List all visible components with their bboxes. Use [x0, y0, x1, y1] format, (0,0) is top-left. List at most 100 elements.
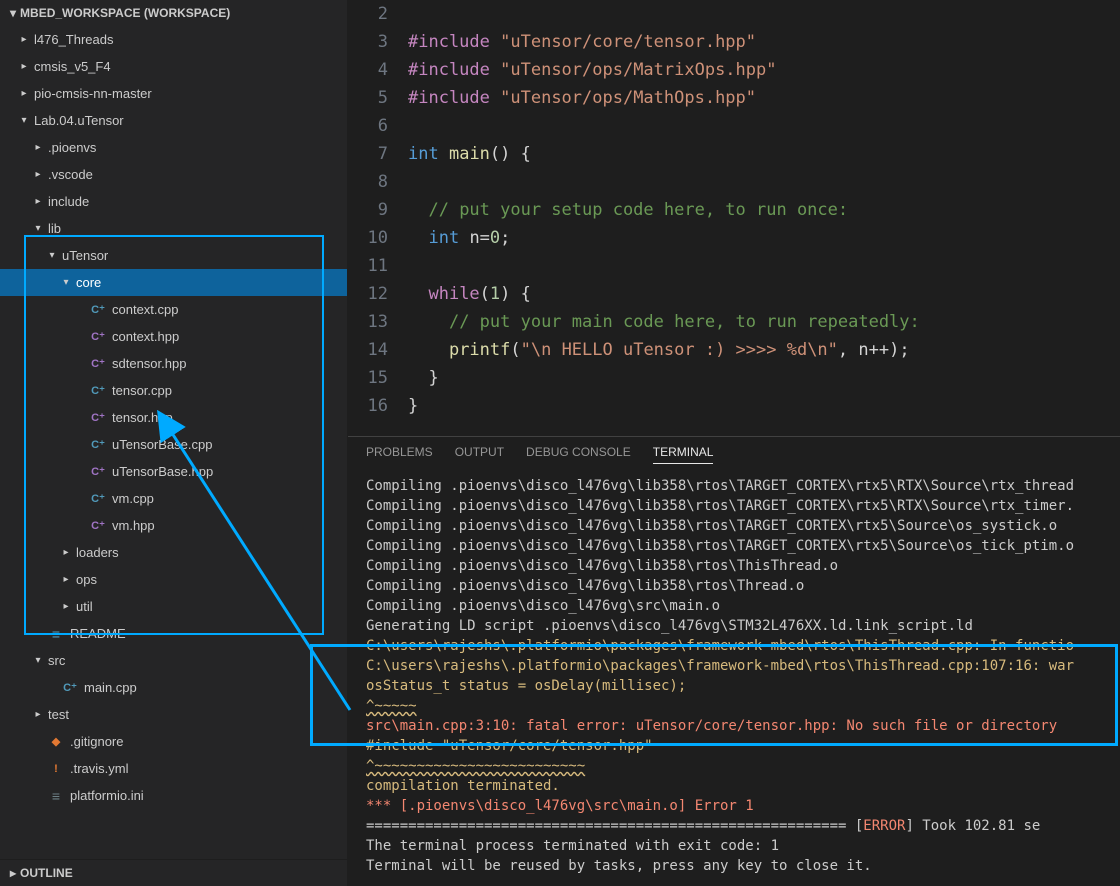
tree-item-label: main.cpp	[84, 680, 137, 695]
tree-item-label: tensor.hpp	[112, 410, 173, 425]
folder-item[interactable]: ▾Lab.04.uTensor	[0, 107, 347, 134]
chevron-right-icon[interactable]: ▸	[60, 574, 72, 585]
chevron-down-icon[interactable]: ▾	[32, 223, 44, 234]
code-line[interactable]: while(1) {	[408, 280, 1120, 308]
file-item[interactable]: main.cpp	[0, 674, 347, 701]
code-line[interactable]: printf("\n HELLO uTensor :) >>>> %d\n", …	[408, 336, 1120, 364]
folder-item[interactable]: ▾uTensor	[0, 242, 347, 269]
chevron-down-icon[interactable]: ▾	[32, 655, 44, 666]
tree-item-label: test	[48, 707, 69, 722]
file-item[interactable]: tensor.hpp	[0, 404, 347, 431]
tree-item-label: .travis.yml	[70, 761, 129, 776]
file-item[interactable]: platformio.ini	[0, 782, 347, 809]
code-line[interactable]: int main() {	[408, 140, 1120, 168]
tree-item-label: sdtensor.hpp	[112, 356, 186, 371]
cpp-file-icon	[90, 383, 106, 399]
chevron-right-icon[interactable]: ▸	[32, 709, 44, 720]
outline-header[interactable]: ▸ OUTLINE	[0, 859, 347, 886]
file-item[interactable]: context.hpp	[0, 323, 347, 350]
outline-label: OUTLINE	[20, 866, 73, 880]
code-line[interactable]	[408, 168, 1120, 196]
tree-item-label: uTensorBase.cpp	[112, 437, 212, 452]
folder-item[interactable]: ▾src	[0, 647, 347, 674]
tree-item-label: context.cpp	[112, 302, 179, 317]
chevron-right-icon[interactable]: ▸	[60, 601, 72, 612]
workspace-header[interactable]: ▾ MBED_WORKSPACE (WORKSPACE)	[0, 0, 347, 26]
code-line[interactable]: }	[408, 364, 1120, 392]
chevron-down-icon[interactable]: ▾	[60, 277, 72, 288]
code-line[interactable]: // put your main code here, to run repea…	[408, 308, 1120, 336]
workspace-title: MBED_WORKSPACE (WORKSPACE)	[20, 6, 230, 20]
code-editor[interactable]: 2345678910111213141516 #include "uTensor…	[348, 0, 1120, 436]
tab-output[interactable]: OUTPUT	[455, 445, 504, 464]
tree-item-label: ops	[76, 572, 97, 587]
ini-file-icon	[48, 788, 64, 804]
file-item[interactable]: README	[0, 620, 347, 647]
chevron-right-icon[interactable]: ▸	[60, 547, 72, 558]
git-file-icon	[48, 734, 64, 750]
terminal-output[interactable]: Compiling .pioenvs\disco_l476vg\lib358\r…	[348, 472, 1120, 886]
file-item[interactable]: sdtensor.hpp	[0, 350, 347, 377]
folder-item[interactable]: ▸ .pioenvs	[0, 134, 347, 161]
file-item[interactable]: uTensorBase.hpp	[0, 458, 347, 485]
file-item[interactable]: vm.hpp	[0, 512, 347, 539]
code-content[interactable]: #include "uTensor/core/tensor.hpp"#inclu…	[408, 0, 1120, 436]
chevron-right-icon[interactable]: ▸	[32, 169, 44, 180]
line-number: 4	[348, 56, 388, 84]
hpp-file-icon	[90, 464, 106, 480]
tree-item-label: vm.cpp	[112, 491, 154, 506]
code-line[interactable]: #include "uTensor/ops/MathOps.hpp"	[408, 84, 1120, 112]
line-number: 9	[348, 196, 388, 224]
line-number: 10	[348, 224, 388, 252]
tab-problems[interactable]: PROBLEMS	[366, 445, 433, 464]
chevron-right-icon[interactable]: ▸	[32, 142, 44, 153]
folder-item[interactable]: ▸ ops	[0, 566, 347, 593]
file-item[interactable]: uTensorBase.cpp	[0, 431, 347, 458]
file-item[interactable]: .gitignore	[0, 728, 347, 755]
code-line[interactable]: // put your setup code here, to run once…	[408, 196, 1120, 224]
chevron-right-icon[interactable]: ▸	[18, 61, 30, 72]
file-item[interactable]: vm.cpp	[0, 485, 347, 512]
code-line[interactable]	[408, 252, 1120, 280]
code-line[interactable]: #include "uTensor/ops/MatrixOps.hpp"	[408, 56, 1120, 84]
file-item[interactable]: context.cpp	[0, 296, 347, 323]
terminal-line: osStatus_t status = osDelay(millisec);	[366, 676, 1102, 696]
chevron-down-icon[interactable]: ▾	[46, 250, 58, 261]
folder-item[interactable]: ▸util	[0, 593, 347, 620]
terminal-line: src\main.cpp:3:10: fatal error: uTensor/…	[366, 716, 1102, 736]
folder-item[interactable]: ▸cmsis_v5_F4	[0, 53, 347, 80]
tree-item-label: .pioenvs	[48, 140, 96, 155]
terminal-line: Compiling .pioenvs\disco_l476vg\src\main…	[366, 596, 1102, 616]
folder-item[interactable]: ▸include	[0, 188, 347, 215]
panel-tabs: PROBLEMS OUTPUT DEBUG CONSOLE TERMINAL	[348, 437, 1120, 472]
folder-item[interactable]: ▸ test	[0, 701, 347, 728]
terminal-line: Compiling .pioenvs\disco_l476vg\lib358\r…	[366, 496, 1102, 516]
cpp-file-icon	[90, 437, 106, 453]
line-number: 13	[348, 308, 388, 336]
folder-item[interactable]: ▸loaders	[0, 539, 347, 566]
chevron-down-icon: ▾	[10, 6, 16, 20]
folder-item[interactable]: ▾lib	[0, 215, 347, 242]
chevron-right-icon[interactable]: ▸	[32, 196, 44, 207]
folder-item[interactable]: ▸l476_Threads	[0, 26, 347, 53]
code-line[interactable]	[408, 112, 1120, 140]
code-line[interactable]: }	[408, 392, 1120, 420]
code-line[interactable]: int n=0;	[408, 224, 1120, 252]
code-line[interactable]: #include "uTensor/core/tensor.hpp"	[408, 28, 1120, 56]
file-item[interactable]: .travis.yml	[0, 755, 347, 782]
tab-debug-console[interactable]: DEBUG CONSOLE	[526, 445, 631, 464]
chevron-right-icon[interactable]: ▸	[18, 88, 30, 99]
tree-item-label: tensor.cpp	[112, 383, 172, 398]
tab-terminal[interactable]: TERMINAL	[653, 445, 714, 464]
chevron-right-icon[interactable]: ▸	[18, 34, 30, 45]
folder-item[interactable]: ▾core	[0, 269, 347, 296]
line-number: 5	[348, 84, 388, 112]
file-item[interactable]: tensor.cpp	[0, 377, 347, 404]
folder-item[interactable]: ▸.vscode	[0, 161, 347, 188]
folder-item[interactable]: ▸pio-cmsis-nn-master	[0, 80, 347, 107]
line-number: 16	[348, 392, 388, 420]
terminal-line: Generating LD script .pioenvs\disco_l476…	[366, 616, 1102, 636]
chevron-down-icon[interactable]: ▾	[18, 115, 30, 126]
line-number: 6	[348, 112, 388, 140]
code-line[interactable]	[408, 0, 1120, 28]
